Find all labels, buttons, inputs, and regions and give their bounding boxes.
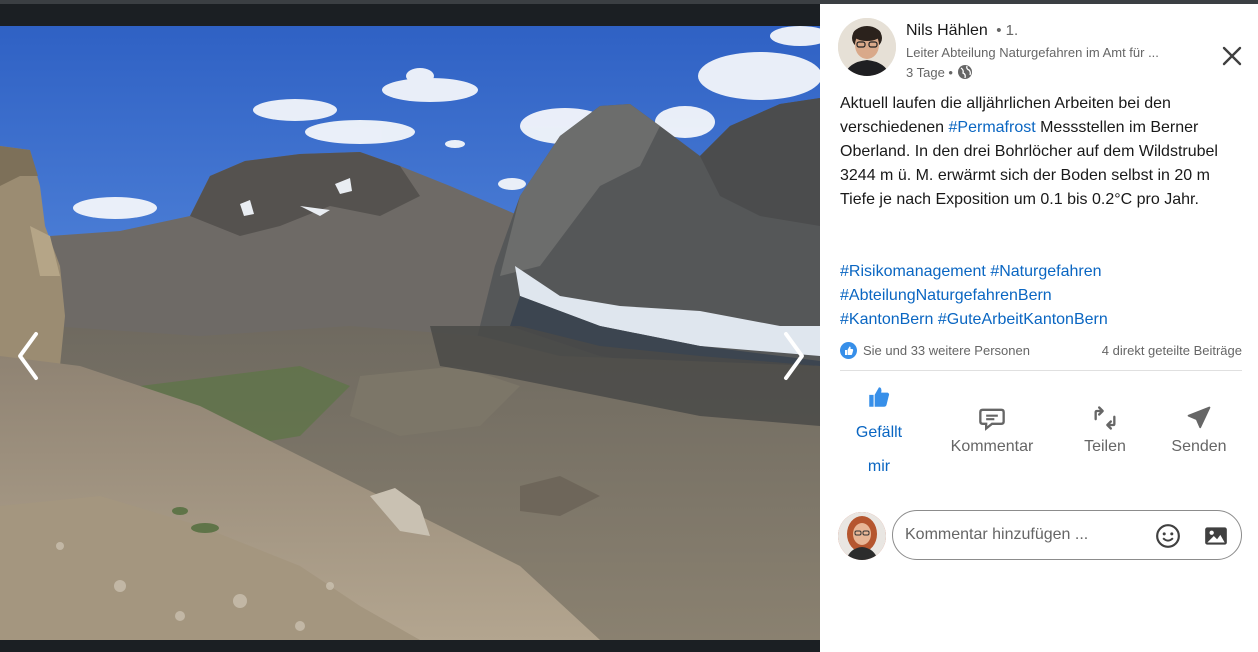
chevron-left-icon bbox=[18, 332, 38, 380]
comment-composer: Kommentar hinzufügen ... bbox=[838, 508, 1242, 562]
share-button[interactable]: Teilen bbox=[1074, 384, 1136, 456]
like-label-line-1: Gefällt bbox=[855, 424, 903, 441]
social-counts: Sie und 33 weitere Personen 4 direkt get… bbox=[840, 340, 1242, 362]
post-detail-panel: Nils Hählen • 1. Leiter Abteilung Naturg… bbox=[820, 4, 1258, 652]
connection-degree: • 1. bbox=[996, 22, 1019, 39]
author-name-line: Nils Hählen • 1. bbox=[906, 22, 1018, 40]
emoji-icon bbox=[1156, 524, 1180, 548]
backdrop-bottom bbox=[0, 640, 820, 652]
previous-image-button[interactable] bbox=[8, 326, 48, 386]
comment-placeholder: Kommentar hinzufügen ... bbox=[905, 526, 1089, 543]
close-icon bbox=[1222, 46, 1242, 66]
post-header: Nils Hählen • 1. Leiter Abteilung Naturg… bbox=[838, 18, 1242, 82]
send-label: Senden bbox=[1171, 438, 1227, 455]
hashtag-naturgefahren[interactable]: #Naturgefahren bbox=[990, 263, 1101, 280]
author-avatar[interactable] bbox=[838, 18, 896, 76]
author-headline: Leiter Abteilung Naturgefahren im Amt fü… bbox=[906, 45, 1159, 60]
reactions-count[interactable]: Sie und 33 weitere Personen bbox=[863, 343, 1030, 358]
emoji-button[interactable] bbox=[1155, 523, 1181, 549]
thumbs-up-icon bbox=[869, 387, 890, 407]
image-icon bbox=[1205, 527, 1227, 545]
author-name[interactable]: Nils Hählen bbox=[906, 22, 988, 39]
post-meta: 3 Tage • bbox=[906, 64, 973, 80]
hashtag-risikomanagement[interactable]: #Risikomanagement bbox=[840, 263, 986, 280]
comment-label: Kommentar bbox=[950, 438, 1034, 455]
post-text: Aktuell laufen die alljährlichen Arbeite… bbox=[840, 92, 1240, 212]
like-button[interactable]: Gefällt mir bbox=[842, 384, 916, 484]
post-time: 3 Tage • bbox=[906, 64, 953, 80]
hashtag-list: #Risikomanagement #Naturgefahren #Abteil… bbox=[840, 260, 1240, 332]
send-icon bbox=[1187, 406, 1211, 429]
comment-button[interactable]: Kommentar bbox=[944, 384, 1040, 456]
hashtag-permafrost[interactable]: #Permafrost bbox=[949, 119, 1036, 136]
backdrop-top bbox=[0, 4, 820, 26]
post-image bbox=[0, 26, 820, 640]
like-reaction-icon bbox=[840, 342, 857, 359]
add-image-button[interactable] bbox=[1203, 523, 1229, 549]
comment-input[interactable]: Kommentar hinzufügen ... bbox=[892, 510, 1242, 560]
comment-icon bbox=[979, 408, 1005, 431]
globe-icon bbox=[957, 65, 972, 79]
divider bbox=[840, 370, 1242, 371]
send-button[interactable]: Senden bbox=[1164, 384, 1234, 456]
current-user-avatar[interactable] bbox=[838, 512, 886, 560]
current-user-avatar-image bbox=[838, 512, 886, 560]
hashtag-abteilung-naturgefahren-bern[interactable]: #AbteilungNaturgefahrenBern bbox=[840, 287, 1052, 304]
author-avatar-image bbox=[838, 18, 896, 76]
like-label-line-2: mir bbox=[867, 458, 891, 475]
mountain-photo bbox=[0, 26, 820, 640]
shares-count[interactable]: 4 direkt geteilte Beiträge bbox=[1102, 343, 1242, 358]
share-label: Teilen bbox=[1084, 438, 1126, 455]
chevron-right-icon bbox=[784, 332, 804, 380]
repost-icon bbox=[1094, 406, 1116, 430]
hashtag-kanton-bern[interactable]: #KantonBern bbox=[840, 311, 933, 328]
close-button[interactable] bbox=[1218, 42, 1246, 70]
hashtag-gute-arbeit-kanton-bern[interactable]: #GuteArbeitKantonBern bbox=[938, 311, 1108, 328]
next-image-button[interactable] bbox=[774, 326, 814, 386]
